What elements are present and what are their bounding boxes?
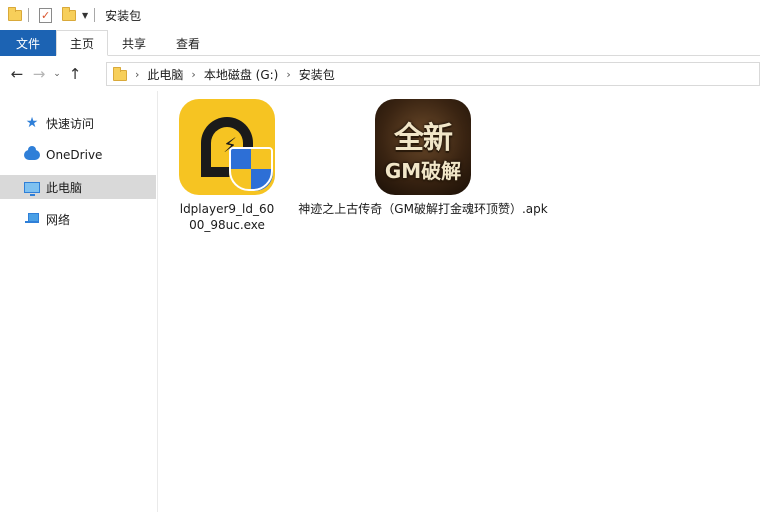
file-item-apk[interactable]: 全新 GM破解 神迹之上古传奇（GM破解打金魂环顶赞）.apk bbox=[293, 99, 553, 217]
title-bar: ✓ ▼ 安装包 bbox=[0, 0, 760, 30]
apk-game-icon: 全新 GM破解 bbox=[375, 99, 471, 195]
icon-text: 全新 bbox=[394, 121, 453, 156]
recent-locations-dropdown[interactable]: ⌄ bbox=[50, 63, 64, 85]
star-icon: ★ bbox=[25, 115, 39, 131]
breadcrumb-local-disk[interactable]: 本地磁盘 (G:) bbox=[204, 66, 279, 83]
toolbar-divider bbox=[28, 8, 29, 22]
window-title: 安装包 bbox=[105, 8, 142, 23]
sidebar-item-network[interactable]: 网络 bbox=[0, 203, 157, 235]
sidebar-item-label: 此电脑 bbox=[46, 180, 83, 195]
tab-home[interactable]: 主页 bbox=[56, 30, 108, 56]
up-button[interactable]: ↑ bbox=[64, 63, 86, 85]
icon-text: GM破解 bbox=[384, 159, 462, 183]
sidebar-item-this-pc[interactable]: 此电脑 bbox=[0, 175, 156, 199]
new-folder-icon[interactable] bbox=[62, 6, 76, 21]
customize-toolbar-dropdown-icon[interactable]: ▼ bbox=[82, 11, 88, 20]
tab-file[interactable]: 文件 bbox=[0, 30, 56, 56]
address-bar[interactable]: › 此电脑 › 本地磁盘 (G:) › 安装包 bbox=[106, 62, 760, 86]
sidebar-item-label: OneDrive bbox=[46, 148, 103, 162]
breadcrumb-current-folder[interactable]: 安装包 bbox=[299, 66, 335, 83]
folder-icon bbox=[8, 6, 22, 21]
tab-share[interactable]: 共享 bbox=[108, 30, 160, 56]
ribbon-tabs: 文件 主页 共享 查看 bbox=[0, 30, 760, 56]
navigation-bar: ← → ⌄ ↑ › 此电脑 › 本地磁盘 (G:) › 安装包 bbox=[0, 57, 760, 91]
breadcrumb-separator[interactable]: › bbox=[191, 68, 195, 81]
forward-button[interactable]: → bbox=[28, 63, 50, 85]
cloud-icon bbox=[24, 146, 40, 163]
ldplayer-icon: ⚡ bbox=[179, 99, 275, 195]
properties-icon[interactable]: ✓ bbox=[39, 7, 52, 23]
file-item-ldplayer[interactable]: ⚡ ldplayer9_ld_6000_98uc.exe bbox=[177, 99, 277, 233]
uac-shield-icon bbox=[229, 147, 273, 191]
folder-icon bbox=[113, 67, 127, 81]
file-name: 神迹之上古传奇（GM破解打金魂环顶赞）.apk bbox=[298, 202, 548, 216]
file-name: ldplayer9_ld_6000_98uc.exe bbox=[179, 202, 275, 232]
sidebar-item-label: 快速访问 bbox=[46, 116, 95, 131]
breadcrumb-separator[interactable]: › bbox=[286, 68, 290, 81]
network-icon bbox=[24, 211, 40, 227]
file-list: ⚡ ldplayer9_ld_6000_98uc.exe 全新 GM破解 神迹之… bbox=[159, 91, 760, 512]
sidebar-item-onedrive[interactable]: OneDrive bbox=[0, 139, 157, 171]
breadcrumb-separator[interactable]: › bbox=[135, 68, 139, 81]
sidebar-item-quick-access[interactable]: ★ 快速访问 bbox=[0, 107, 157, 139]
tab-view[interactable]: 查看 bbox=[160, 30, 216, 56]
back-button[interactable]: ← bbox=[6, 63, 28, 85]
sidebar-item-label: 网络 bbox=[46, 212, 71, 227]
breadcrumb-this-pc[interactable]: 此电脑 bbox=[147, 66, 183, 83]
quick-access-toolbar: ✓ ▼ bbox=[8, 6, 101, 23]
navigation-pane: ★ 快速访问 OneDrive 此电脑 网络 bbox=[0, 91, 158, 512]
computer-icon bbox=[24, 179, 40, 196]
toolbar-divider bbox=[94, 8, 96, 22]
